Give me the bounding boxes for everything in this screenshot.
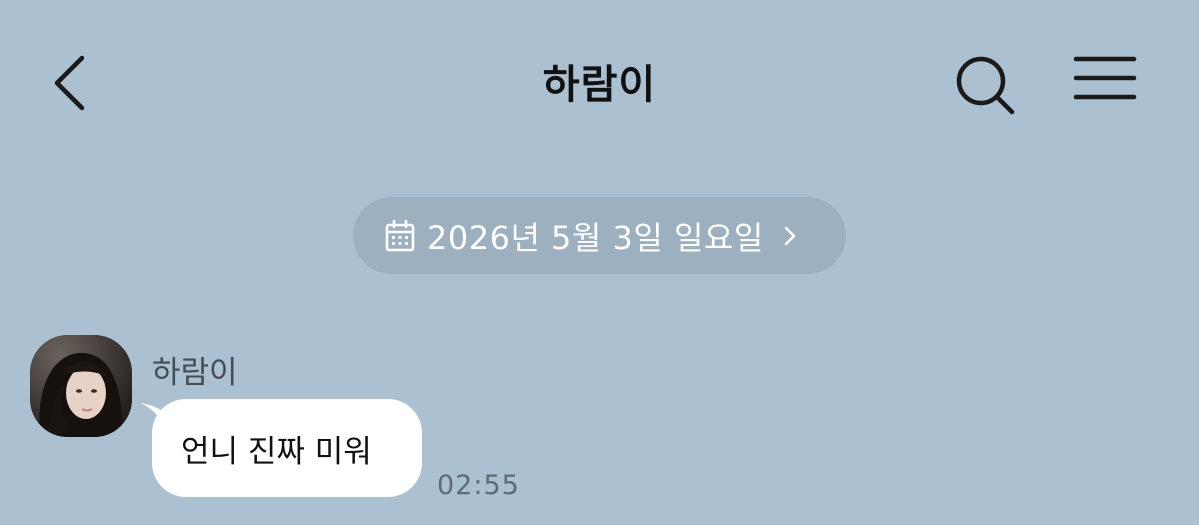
message-timestamp: 02:55 [437,470,520,501]
sender-name: 하람이 [152,355,238,391]
chat-header: 하람이 [0,0,1199,170]
profile-photo [30,335,132,437]
hamburger-menu-icon [1073,56,1137,100]
calendar-icon [385,219,415,251]
date-divider[interactable]: 2026년 5월 3일 일요일 [353,197,846,274]
search-icon [956,56,1015,115]
message-text: 언니 진짜 미워 [181,433,372,470]
chevron-right-icon [784,226,796,245]
menu-button[interactable] [1066,50,1146,116]
date-divider-label: 2026년 5월 3일 일요일 [427,218,764,257]
sender-avatar[interactable] [30,335,132,437]
message-bubble[interactable]: 언니 진짜 미워 [152,399,422,497]
search-button[interactable] [948,52,1022,118]
